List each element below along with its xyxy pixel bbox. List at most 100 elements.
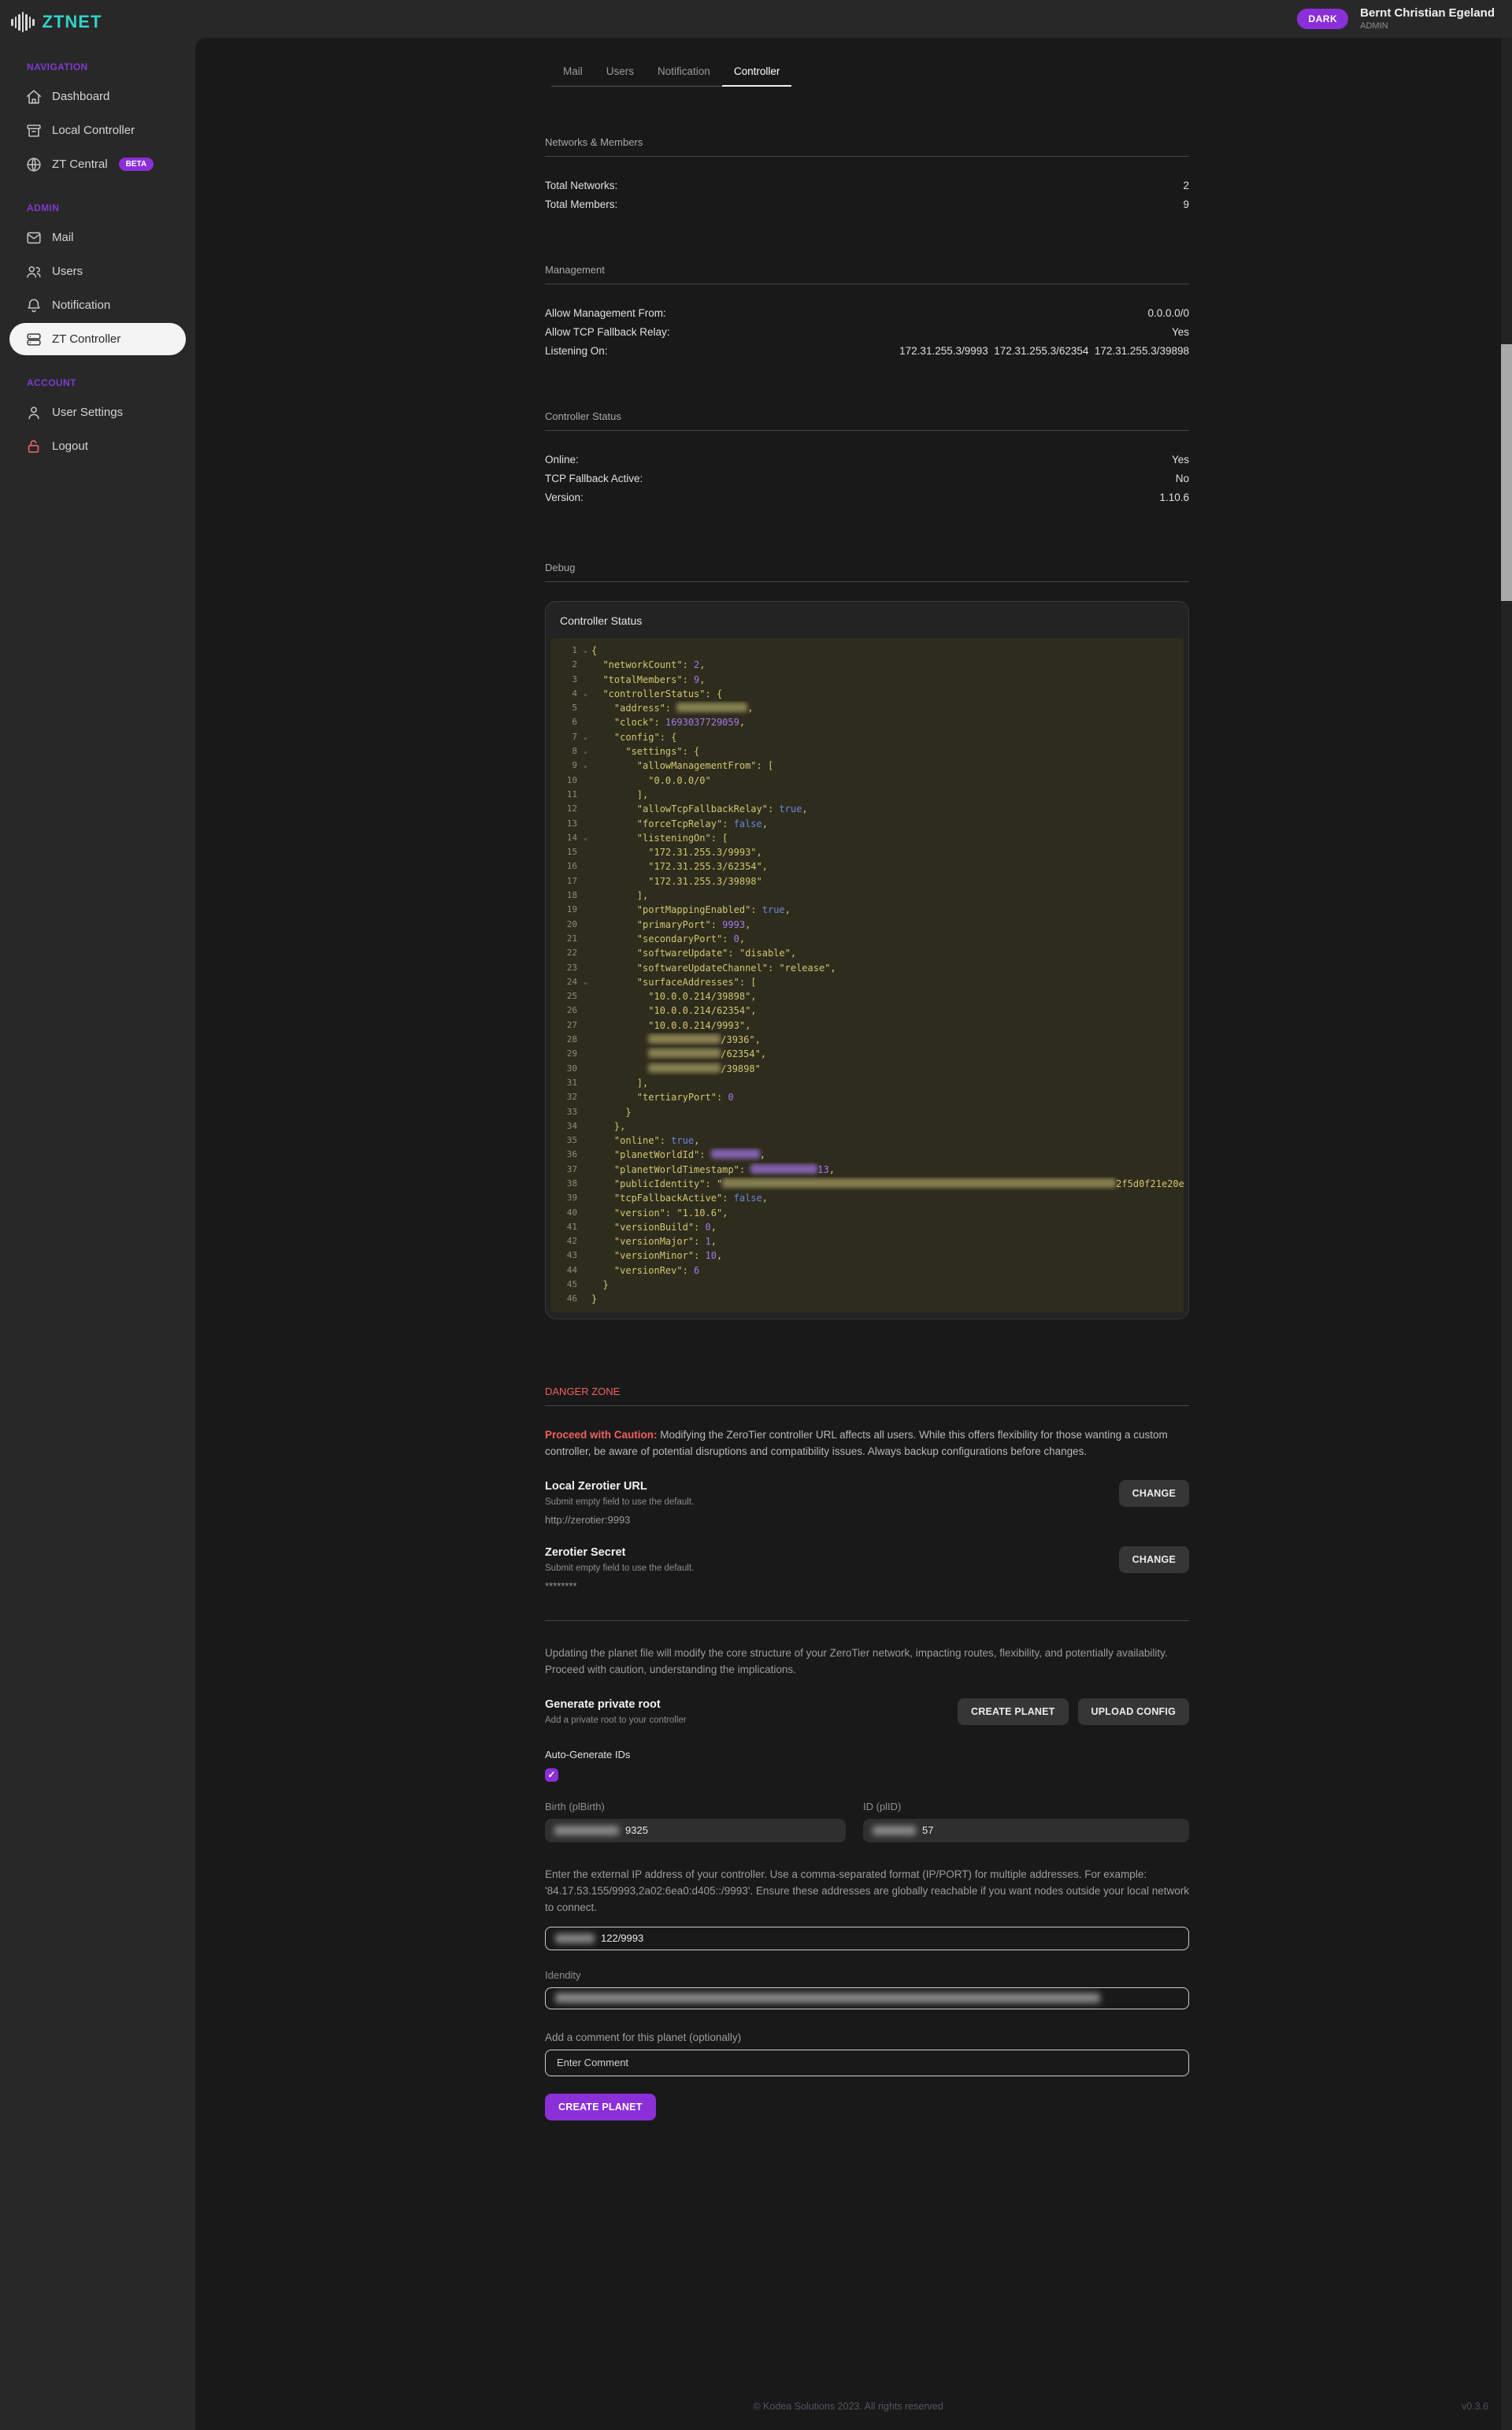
code-line: 26 "10.0.0.214/62354", [550, 1004, 1184, 1018]
tab-controller[interactable]: Controller [722, 59, 792, 87]
comment-input[interactable] [545, 2050, 1189, 2076]
redacted-value [873, 1826, 916, 1835]
code-line: 2 "networkCount": 2, [550, 658, 1184, 672]
collapse-caret-icon[interactable]: ⌄ [580, 744, 591, 759]
code-line: 30 /39898" [550, 1062, 1184, 1076]
sidebar-item-dashboard[interactable]: Dashboard [9, 80, 186, 113]
section-networks-members: Networks & MembersTotal Networks:2Total … [545, 136, 1189, 213]
line-number: 40 [550, 1206, 580, 1220]
line-number: 25 [550, 989, 580, 1004]
collapse-caret-icon [580, 1292, 591, 1306]
sidebar-item-zt-controller[interactable]: ZT Controller [9, 323, 186, 355]
line-number: 20 [550, 918, 580, 932]
collapse-caret-icon [580, 918, 591, 932]
scrollbar-track[interactable] [1501, 38, 1512, 2430]
info-row-label: Version: [545, 491, 584, 504]
debug-section: Debug Controller Status 1⌄{2 "networkCou… [545, 562, 1189, 1319]
plid-input[interactable]: 57 [863, 1819, 1189, 1842]
code-line-content: "version": "1.10.6", [591, 1206, 1184, 1220]
code-token: 9993 [722, 919, 745, 930]
sidebar-item-user-settings[interactable]: User Settings [9, 396, 186, 428]
main-content: MailUsersNotificationController Networks… [195, 38, 1501, 2430]
collapse-caret-icon[interactable]: ⌄ [580, 644, 591, 658]
code-line: 19 "portMappingEnabled": true, [550, 903, 1184, 917]
auto-generate-checkbox[interactable]: ✓ [545, 1768, 558, 1782]
code-token: , [694, 1135, 699, 1146]
code-line: 8⌄ "settings": { [550, 744, 1184, 759]
code-token: "portMappingEnabled": [591, 904, 762, 915]
code-token: "forceTcpRelay": [591, 818, 734, 829]
code-token: , [699, 674, 705, 685]
collapse-caret-icon [580, 845, 591, 859]
collapse-caret-icon[interactable]: ⌄ [580, 831, 591, 845]
code-token: ], [591, 890, 648, 901]
code-token: "versionMajor": [591, 1236, 706, 1247]
upload-config-button[interactable]: UPLOAD CONFIG [1078, 1698, 1189, 1725]
external-ip-input[interactable]: 122/9993 [545, 1927, 1189, 1950]
code-token: , [762, 1193, 768, 1204]
code-line: 9⌄ "allowManagementFrom": [ [550, 759, 1184, 773]
collapse-caret-icon [580, 1133, 591, 1148]
code-token: "allowManagementFrom": [ [591, 760, 773, 771]
code-line-content: "allowTcpFallbackRelay": true, [591, 802, 1184, 816]
nav-section-navigation: NAVIGATION [0, 41, 195, 79]
redacted-token [750, 1164, 817, 1174]
identity-input[interactable] [545, 1987, 1189, 2009]
theme-toggle-button[interactable]: DARK [1297, 9, 1348, 29]
info-row-label: Allow Management From: [545, 306, 666, 320]
code-line-content: ], [591, 1076, 1184, 1090]
line-number: 28 [550, 1033, 580, 1047]
user-menu[interactable]: Bernt Christian Egeland ADMIN [1360, 6, 1495, 32]
app-logo[interactable]: ZTNET [0, 0, 195, 41]
scrollbar-thumb[interactable] [1501, 344, 1512, 601]
collapse-caret-icon [580, 1177, 591, 1191]
collapse-caret-icon [580, 932, 591, 946]
code-line: 21 "secondaryPort": 0, [550, 932, 1184, 946]
birth-input[interactable]: 9325 [545, 1819, 846, 1842]
tab-mail[interactable]: Mail [551, 59, 595, 87]
create-planet-button-top[interactable]: CREATE PLANET [958, 1698, 1069, 1725]
change-secret-button[interactable]: CHANGE [1119, 1546, 1189, 1573]
tab-users[interactable]: Users [595, 59, 646, 87]
tab-notification[interactable]: Notification [646, 59, 722, 87]
divider [545, 1620, 1189, 1621]
sidebar-item-local-controller[interactable]: Local Controller [9, 114, 186, 147]
section-management: ManagementAllow Management From:0.0.0.0/… [545, 264, 1189, 360]
section-controller-status: Controller StatusOnline:YesTCP Fallback … [545, 410, 1189, 506]
code-line: 25 "10.0.0.214/39898", [550, 989, 1184, 1004]
sidebar-item-logout[interactable]: Logout [9, 430, 186, 462]
line-number: 19 [550, 903, 580, 917]
info-row-value: Yes [1172, 325, 1189, 339]
code-line-content: "publicIdentity": "2f5d0f21e20ea [591, 1177, 1184, 1191]
line-number: 5 [550, 701, 580, 715]
collapse-caret-icon [580, 1191, 591, 1205]
info-row: Total Members:9 [545, 195, 1189, 213]
code-line-content: "172.31.255.3/62354", [591, 859, 1184, 874]
code-token: , [711, 1236, 717, 1247]
sidebar-item-notification[interactable]: Notification [9, 289, 186, 321]
collapse-caret-icon[interactable]: ⌄ [580, 687, 591, 701]
collapse-caret-icon[interactable]: ⌄ [580, 759, 591, 773]
sidebar-item-users[interactable]: Users [9, 255, 186, 288]
info-row-label: Online: [545, 453, 579, 466]
plid-label: ID (plID) [863, 1801, 1189, 1812]
bell-icon [25, 297, 43, 314]
collapse-caret-icon[interactable]: ⌄ [580, 975, 591, 989]
sidebar-item-zt-central[interactable]: ZT CentralBETA [9, 148, 186, 180]
redacted-value [554, 1826, 619, 1835]
create-planet-button[interactable]: CREATE PLANET [545, 2094, 656, 2120]
line-number: 29 [550, 1047, 580, 1061]
code-line: 38 "publicIdentity": "2f5d0f21e20ea [550, 1177, 1184, 1191]
collapse-caret-icon [580, 859, 591, 874]
line-number: 1 [550, 644, 580, 658]
change-local-url-button[interactable]: CHANGE [1119, 1480, 1189, 1507]
code-token: "secondaryPort": [591, 933, 734, 944]
json-code-block[interactable]: 1⌄{2 "networkCount": 2,3 "totalMembers":… [550, 638, 1184, 1312]
code-line: 28 /3936", [550, 1033, 1184, 1047]
collapse-caret-icon[interactable]: ⌄ [580, 730, 591, 744]
code-token: "versionRev": [591, 1265, 694, 1276]
sidebar-item-mail[interactable]: Mail [9, 221, 186, 254]
redacted-token [648, 1034, 721, 1044]
code-line-content: "10.0.0.214/39898", [591, 989, 1184, 1004]
line-number: 4 [550, 687, 580, 701]
